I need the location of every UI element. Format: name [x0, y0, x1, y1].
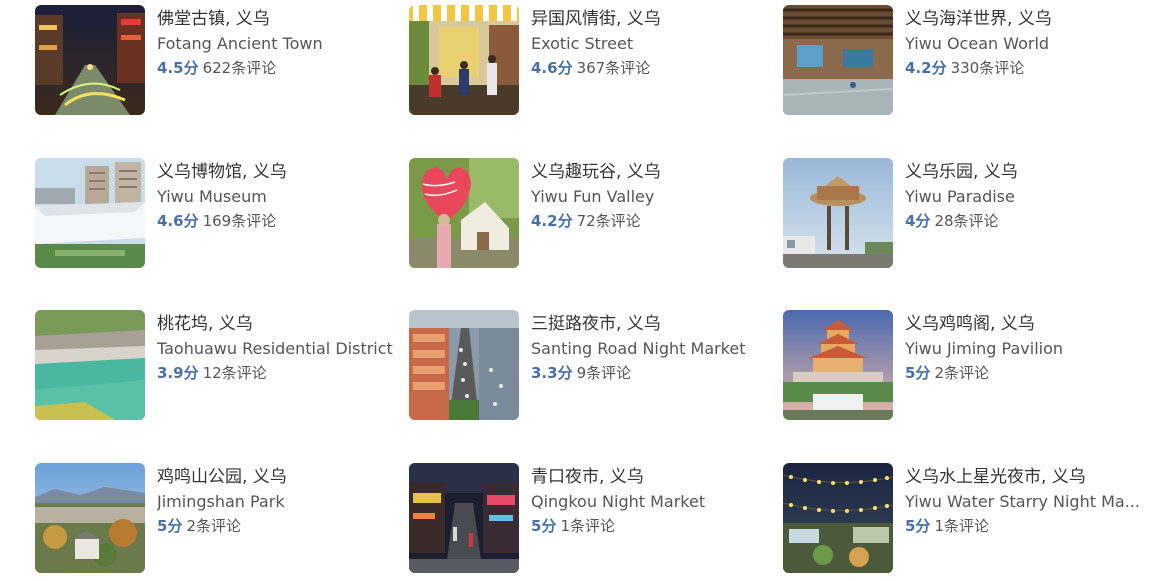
attraction-meta: 5分 1条评论: [905, 516, 1141, 536]
rating-score: 5分: [157, 517, 183, 535]
rating-score: 4.2分: [531, 212, 573, 230]
attraction-thumbnail[interactable]: [35, 158, 145, 268]
attraction-info: 青口夜市, 义乌 Qingkou Night Market 5分 1条评论: [531, 466, 767, 536]
attraction-title-en: Santing Road Night Market: [531, 339, 746, 358]
attraction-info: 义乌趣玩谷, 义乌 Yiwu Fun Valley 4.2分 72条评论: [531, 161, 767, 231]
attraction-card[interactable]: 义乌水上星光夜市, 义乌 Yiwu Water Starry Night Ma.…: [783, 463, 1143, 575]
attraction-meta: 5分 2条评论: [157, 516, 393, 536]
attraction-title-zh[interactable]: 义乌趣玩谷, 义乌: [531, 161, 767, 183]
attraction-title-en: Qingkou Night Market: [531, 492, 706, 511]
attraction-meta: 4.2分 72条评论: [531, 211, 767, 231]
attraction-title-en: Yiwu Museum: [157, 187, 267, 206]
attraction-card[interactable]: 义乌鸡鸣阁, 义乌 Yiwu Jiming Pavilion 5分 2条评论: [783, 310, 1143, 422]
rating-score: 5分: [531, 517, 557, 535]
attraction-title-zh[interactable]: 义乌乐园, 义乌: [905, 161, 1141, 183]
attraction-thumbnail[interactable]: [35, 5, 145, 115]
attraction-title-en: Yiwu Fun Valley: [531, 187, 655, 206]
attraction-card[interactable]: 佛堂古镇, 义乌 Fotang Ancient Town 4.5分 622条评论: [35, 5, 395, 117]
attraction-title-zh[interactable]: 佛堂古镇, 义乌: [157, 8, 393, 30]
attraction-title-en: Taohuawu Residential District: [157, 339, 393, 358]
attraction-card[interactable]: 异国风情街, 义乌 Exotic Street 4.6分 367条评论: [409, 5, 769, 117]
attraction-title-en: Exotic Street: [531, 34, 634, 53]
attraction-card[interactable]: 青口夜市, 义乌 Qingkou Night Market 5分 1条评论: [409, 463, 769, 575]
attraction-title-zh[interactable]: 异国风情街, 义乌: [531, 8, 767, 30]
attraction-meta: 3.3分 9条评论: [531, 363, 767, 383]
attraction-info: 义乌博物馆, 义乌 Yiwu Museum 4.6分 169条评论: [157, 161, 393, 231]
attraction-meta: 4.2分 330条评论: [905, 58, 1141, 78]
review-count[interactable]: 330条评论: [951, 59, 1025, 77]
attraction-meta: 5分 1条评论: [531, 516, 767, 536]
attraction-meta: 3.9分 12条评论: [157, 363, 393, 383]
attraction-meta: 5分 2条评论: [905, 363, 1141, 383]
attraction-title-en: Yiwu Ocean World: [905, 34, 1050, 53]
attraction-title-zh[interactable]: 鸡鸣山公园, 义乌: [157, 466, 393, 488]
review-count[interactable]: 28条评论: [934, 212, 998, 230]
review-count[interactable]: 2条评论: [186, 517, 241, 535]
attraction-title-zh[interactable]: 义乌水上星光夜市, 义乌: [905, 466, 1141, 488]
attraction-info: 佛堂古镇, 义乌 Fotang Ancient Town 4.5分 622条评论: [157, 8, 393, 78]
attraction-info: 义乌乐园, 义乌 Yiwu Paradise 4分 28条评论: [905, 161, 1141, 231]
attraction-thumbnail[interactable]: [783, 463, 893, 573]
review-count[interactable]: 169条评论: [203, 212, 277, 230]
attraction-title-zh[interactable]: 青口夜市, 义乌: [531, 466, 767, 488]
attraction-meta: 4分 28条评论: [905, 211, 1141, 231]
review-count[interactable]: 622条评论: [203, 59, 277, 77]
rating-score: 5分: [905, 364, 931, 382]
attraction-meta: 4.5分 622条评论: [157, 58, 393, 78]
attraction-grid: 佛堂古镇, 义乌 Fotang Ancient Town 4.5分622条评论: [0, 0, 1160, 581]
attraction-meta: 4.6分 169条评论: [157, 211, 393, 231]
rating-score: 4分: [905, 212, 931, 230]
attraction-title-zh[interactable]: 三挺路夜市, 义乌: [531, 313, 767, 335]
attraction-thumbnail[interactable]: [35, 463, 145, 573]
rating-score: 4.2分: [905, 59, 947, 77]
attraction-title-en: Yiwu Jiming Pavilion: [905, 339, 1064, 358]
attraction-title-zh[interactable]: 义乌海洋世界, 义乌: [905, 8, 1141, 30]
attraction-info: 桃花坞, 义乌 Taohuawu Residential District 3.…: [157, 313, 393, 383]
attraction-thumbnail[interactable]: [783, 158, 893, 268]
attraction-card[interactable]: 义乌海洋世界, 义乌 Yiwu Ocean World 4.2分 330条评论: [783, 5, 1143, 117]
review-count[interactable]: 1条评论: [560, 517, 615, 535]
attraction-card[interactable]: 义乌博物馆, 义乌 Yiwu Museum 4.6分 169条评论: [35, 158, 395, 270]
attraction-thumbnail[interactable]: [783, 310, 893, 420]
attraction-card[interactable]: 义乌乐园, 义乌 Yiwu Paradise 4分 28条评论: [783, 158, 1143, 270]
rating-score: 3.3分: [531, 364, 573, 382]
attraction-title-zh[interactable]: 义乌博物馆, 义乌: [157, 161, 393, 183]
attraction-info: 鸡鸣山公园, 义乌 Jimingshan Park 5分 2条评论: [157, 466, 393, 536]
rating-score: 4.5分: [157, 59, 199, 77]
review-count[interactable]: 367条评论: [577, 59, 651, 77]
attraction-thumbnail[interactable]: [35, 310, 145, 420]
attraction-title-en: Fotang Ancient Town: [157, 34, 323, 53]
attraction-title-en: Yiwu Water Starry Night Ma...: [905, 492, 1140, 511]
attraction-card[interactable]: 三挺路夜市, 义乌 Santing Road Night Market 3.3分…: [409, 310, 769, 422]
attraction-title-zh[interactable]: 义乌鸡鸣阁, 义乌: [905, 313, 1141, 335]
review-count[interactable]: 1条评论: [934, 517, 989, 535]
rating-score: 5分: [905, 517, 931, 535]
attraction-info: 义乌水上星光夜市, 义乌 Yiwu Water Starry Night Ma.…: [905, 466, 1141, 536]
attraction-meta: 4.6分 367条评论: [531, 58, 767, 78]
attraction-thumbnail[interactable]: [409, 463, 519, 573]
attraction-title-zh[interactable]: 桃花坞, 义乌: [157, 313, 393, 335]
review-count[interactable]: 9条评论: [577, 364, 632, 382]
review-count[interactable]: 12条评论: [203, 364, 267, 382]
attraction-info: 义乌鸡鸣阁, 义乌 Yiwu Jiming Pavilion 5分 2条评论: [905, 313, 1141, 383]
attraction-info: 义乌海洋世界, 义乌 Yiwu Ocean World 4.2分 330条评论: [905, 8, 1141, 78]
review-count[interactable]: 2条评论: [934, 364, 989, 382]
attraction-card[interactable]: 义乌趣玩谷, 义乌 Yiwu Fun Valley 4.2分 72条评论: [409, 158, 769, 270]
review-count[interactable]: 72条评论: [577, 212, 641, 230]
attraction-info: 异国风情街, 义乌 Exotic Street 4.6分 367条评论: [531, 8, 767, 78]
attraction-info: 三挺路夜市, 义乌 Santing Road Night Market 3.3分…: [531, 313, 767, 383]
rating-score: 4.6分: [531, 59, 573, 77]
attraction-thumbnail[interactable]: [783, 5, 893, 115]
rating-score: 3.9分: [157, 364, 199, 382]
attraction-title-en: Jimingshan Park: [157, 492, 285, 511]
rating-score: 4.6分: [157, 212, 199, 230]
attraction-thumbnail[interactable]: [409, 158, 519, 268]
attraction-card[interactable]: 桃花坞, 义乌 Taohuawu Residential District 3.…: [35, 310, 395, 422]
attraction-title-en: Yiwu Paradise: [905, 187, 1015, 206]
attraction-card[interactable]: 鸡鸣山公园, 义乌 Jimingshan Park 5分 2条评论: [35, 463, 395, 575]
attraction-thumbnail[interactable]: [409, 5, 519, 115]
attraction-thumbnail[interactable]: [409, 310, 519, 420]
